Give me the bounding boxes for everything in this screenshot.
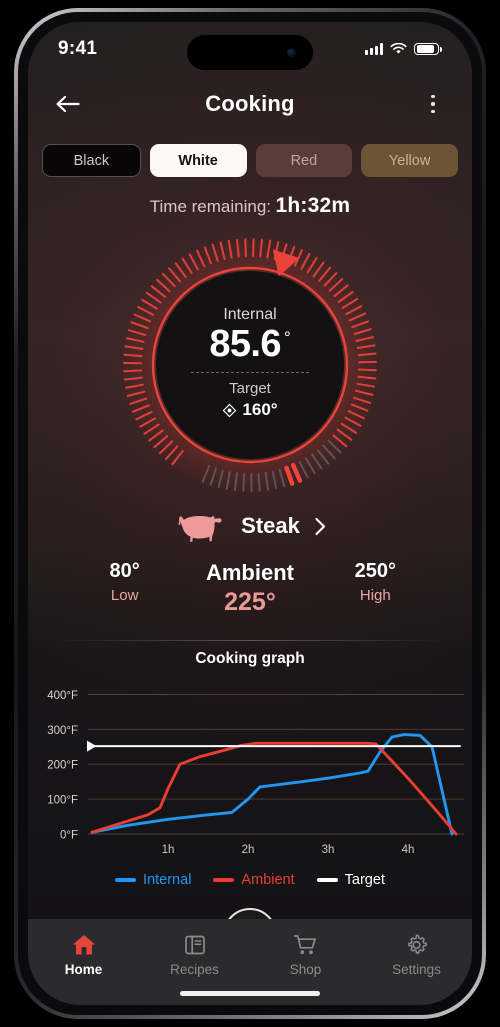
status-bar-indicators — [365, 42, 442, 56]
battery-icon — [414, 42, 440, 56]
cooking-graph: Cooking graph 0°F 100°F 200°F 300°F 400°F 1h 2… — [28, 650, 472, 888]
ambient-stats: 80° Low Ambient 225° 250° High — [28, 560, 472, 617]
svg-text:1h: 1h — [162, 844, 175, 856]
wifi-icon — [390, 43, 407, 54]
gauge-degree-symbol: ° — [283, 327, 291, 347]
book-icon — [184, 935, 205, 955]
cellular-bars-icon — [365, 43, 384, 55]
tab-shop-label: Shop — [289, 962, 322, 977]
home-icon — [72, 935, 95, 955]
phone-screen: 9:41 Cooking Black White Red Yellow Time… — [28, 22, 472, 1005]
tab-settings[interactable]: Settings — [361, 933, 472, 977]
stat-low-label: Low — [110, 587, 139, 604]
legend-swatch-internal — [115, 878, 137, 882]
tab-recipes[interactable]: Recipes — [139, 933, 250, 977]
gauge-readout: Internal 85.6 ° Target 160° — [156, 271, 344, 459]
target-diamond-icon — [223, 403, 237, 418]
tab-settings-label: Settings — [392, 962, 441, 977]
stat-low: 80° Low — [62, 560, 187, 604]
svg-text:200°F: 200°F — [47, 760, 78, 772]
chart-svg: 0°F 100°F 200°F 300°F 400°F 1h 2h 3h 4h — [47, 690, 464, 856]
food-selector[interactable]: Steak — [28, 508, 472, 544]
tab-recipes-label: Recipes — [170, 962, 219, 977]
dynamic-island — [187, 35, 313, 70]
legend-item-internal: Internal — [115, 872, 191, 888]
time-remaining-value: 1h:32m — [275, 194, 351, 217]
legend-swatch-ambient — [213, 878, 235, 882]
legend-item-target: Target — [316, 872, 385, 888]
stat-ambient: Ambient 225° — [187, 560, 312, 617]
tab-white[interactable]: White — [149, 144, 247, 177]
page-title: Cooking — [205, 91, 295, 116]
stat-high-label: High — [359, 587, 391, 604]
gauge-internal-value: 85.6 — [209, 322, 281, 365]
legend-item-ambient: Ambient — [213, 872, 295, 888]
app-header: Cooking — [28, 80, 472, 128]
gauge-internal-label: Internal — [223, 305, 277, 323]
tab-home[interactable]: Home — [28, 933, 139, 977]
svg-text:0°F: 0°F — [60, 830, 78, 842]
legend-swatch-target — [316, 878, 338, 882]
back-arrow-icon — [56, 95, 80, 113]
time-remaining-label: Time remaining: — [149, 197, 272, 216]
gauge-target-value: 160° — [242, 400, 278, 420]
stat-ambient-label: Ambient — [205, 560, 294, 585]
status-bar-time: 9:41 — [58, 38, 98, 59]
home-indicator — [180, 991, 320, 996]
chart-area[interactable]: 0°F 100°F 200°F 300°F 400°F 1h 2h 3h 4h — [28, 676, 472, 866]
svg-text:100°F: 100°F — [47, 795, 78, 807]
stat-low-value: 80° — [109, 560, 140, 582]
phone-screenshot: 9:41 Cooking Black White Red Yellow Time… — [0, 0, 500, 1027]
battery-tip — [440, 46, 442, 52]
chevron-right-icon — [315, 517, 325, 535]
gauge-target-label: Target — [229, 380, 271, 398]
svg-text:2h: 2h — [242, 844, 255, 856]
stat-high: 250° High — [313, 560, 438, 604]
back-button[interactable] — [50, 87, 84, 121]
chart-title: Cooking graph — [195, 650, 305, 667]
gauge-internal-value-row: 85.6 ° — [209, 322, 291, 365]
legend-label-ambient: Ambient — [241, 872, 295, 888]
stat-high-value: 250° — [354, 560, 396, 582]
gauge-target-row: 160° — [222, 400, 278, 420]
tab-home-label: Home — [64, 962, 103, 977]
legend-label-target: Target — [344, 872, 385, 888]
svg-text:400°F: 400°F — [47, 690, 78, 702]
gauge-divider — [191, 372, 309, 374]
probe-color-tabs: Black White Red Yellow — [28, 144, 472, 177]
kebab-menu-icon[interactable] — [416, 87, 450, 121]
svg-text:300°F: 300°F — [47, 725, 78, 737]
cow-icon — [178, 515, 222, 542]
svg-text:3h: 3h — [322, 844, 335, 856]
cart-icon — [293, 935, 316, 955]
stat-ambient-value: 225° — [224, 588, 276, 616]
svg-text:4h: 4h — [402, 844, 415, 856]
gear-icon — [408, 934, 427, 954]
tab-black[interactable]: Black — [42, 144, 141, 177]
tab-red[interactable]: Red — [255, 144, 353, 177]
tab-yellow[interactable]: Yellow — [361, 144, 458, 177]
section-divider — [52, 640, 448, 641]
food-name: Steak — [241, 513, 300, 538]
tab-shop[interactable]: Shop — [250, 933, 361, 977]
front-camera-icon — [287, 48, 296, 57]
chart-legend: Internal Ambient Target — [28, 872, 472, 888]
temperature-gauge[interactable]: Internal 85.6 ° Target 160° — [100, 234, 400, 496]
legend-label-internal: Internal — [143, 872, 192, 888]
time-remaining: Time remaining: 1h:32m — [28, 194, 472, 218]
